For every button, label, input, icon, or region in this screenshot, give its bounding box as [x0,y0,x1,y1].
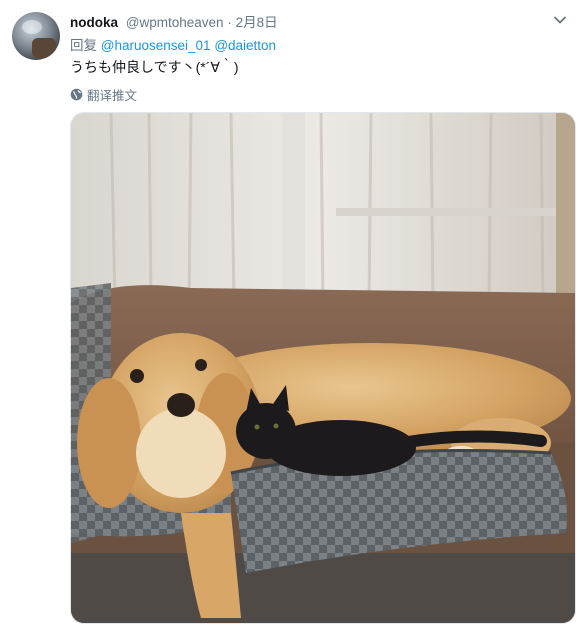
tweet-card[interactable]: nodoka @wpmtoheaven · 2月8日 回复 @haruosens… [0,0,582,632]
reply-context: 回复 @haruosensei_01 @daietton [70,34,276,54]
mention-link[interactable]: @haruosensei_01 [101,38,211,53]
avatar[interactable] [12,12,60,60]
tweet-text: うちも仲良しです丶(*´∀｀) [70,59,239,75]
more-options-button[interactable] [552,12,568,28]
separator-dot: · [227,15,232,30]
globe-icon [70,88,83,101]
tweet-date[interactable]: 2月8日 [236,15,278,30]
tweet-photo[interactable] [70,112,576,624]
reply-prefix: 回复 [70,38,97,53]
translate-label: 翻译推文 [87,89,138,103]
mention-link[interactable]: @daietton [214,38,276,53]
dog-and-cat-photo [71,113,575,623]
translate-tweet-button[interactable]: 翻译推文 [70,85,137,104]
chevron-down-icon [554,16,566,24]
display-name[interactable]: nodoka [70,15,118,30]
avatar-highlight [22,20,42,34]
user-handle[interactable]: @wpmtoheaven [126,15,224,30]
avatar-figure [32,38,56,58]
tweet-header: nodoka @wpmtoheaven · 2月8日 [70,11,278,31]
